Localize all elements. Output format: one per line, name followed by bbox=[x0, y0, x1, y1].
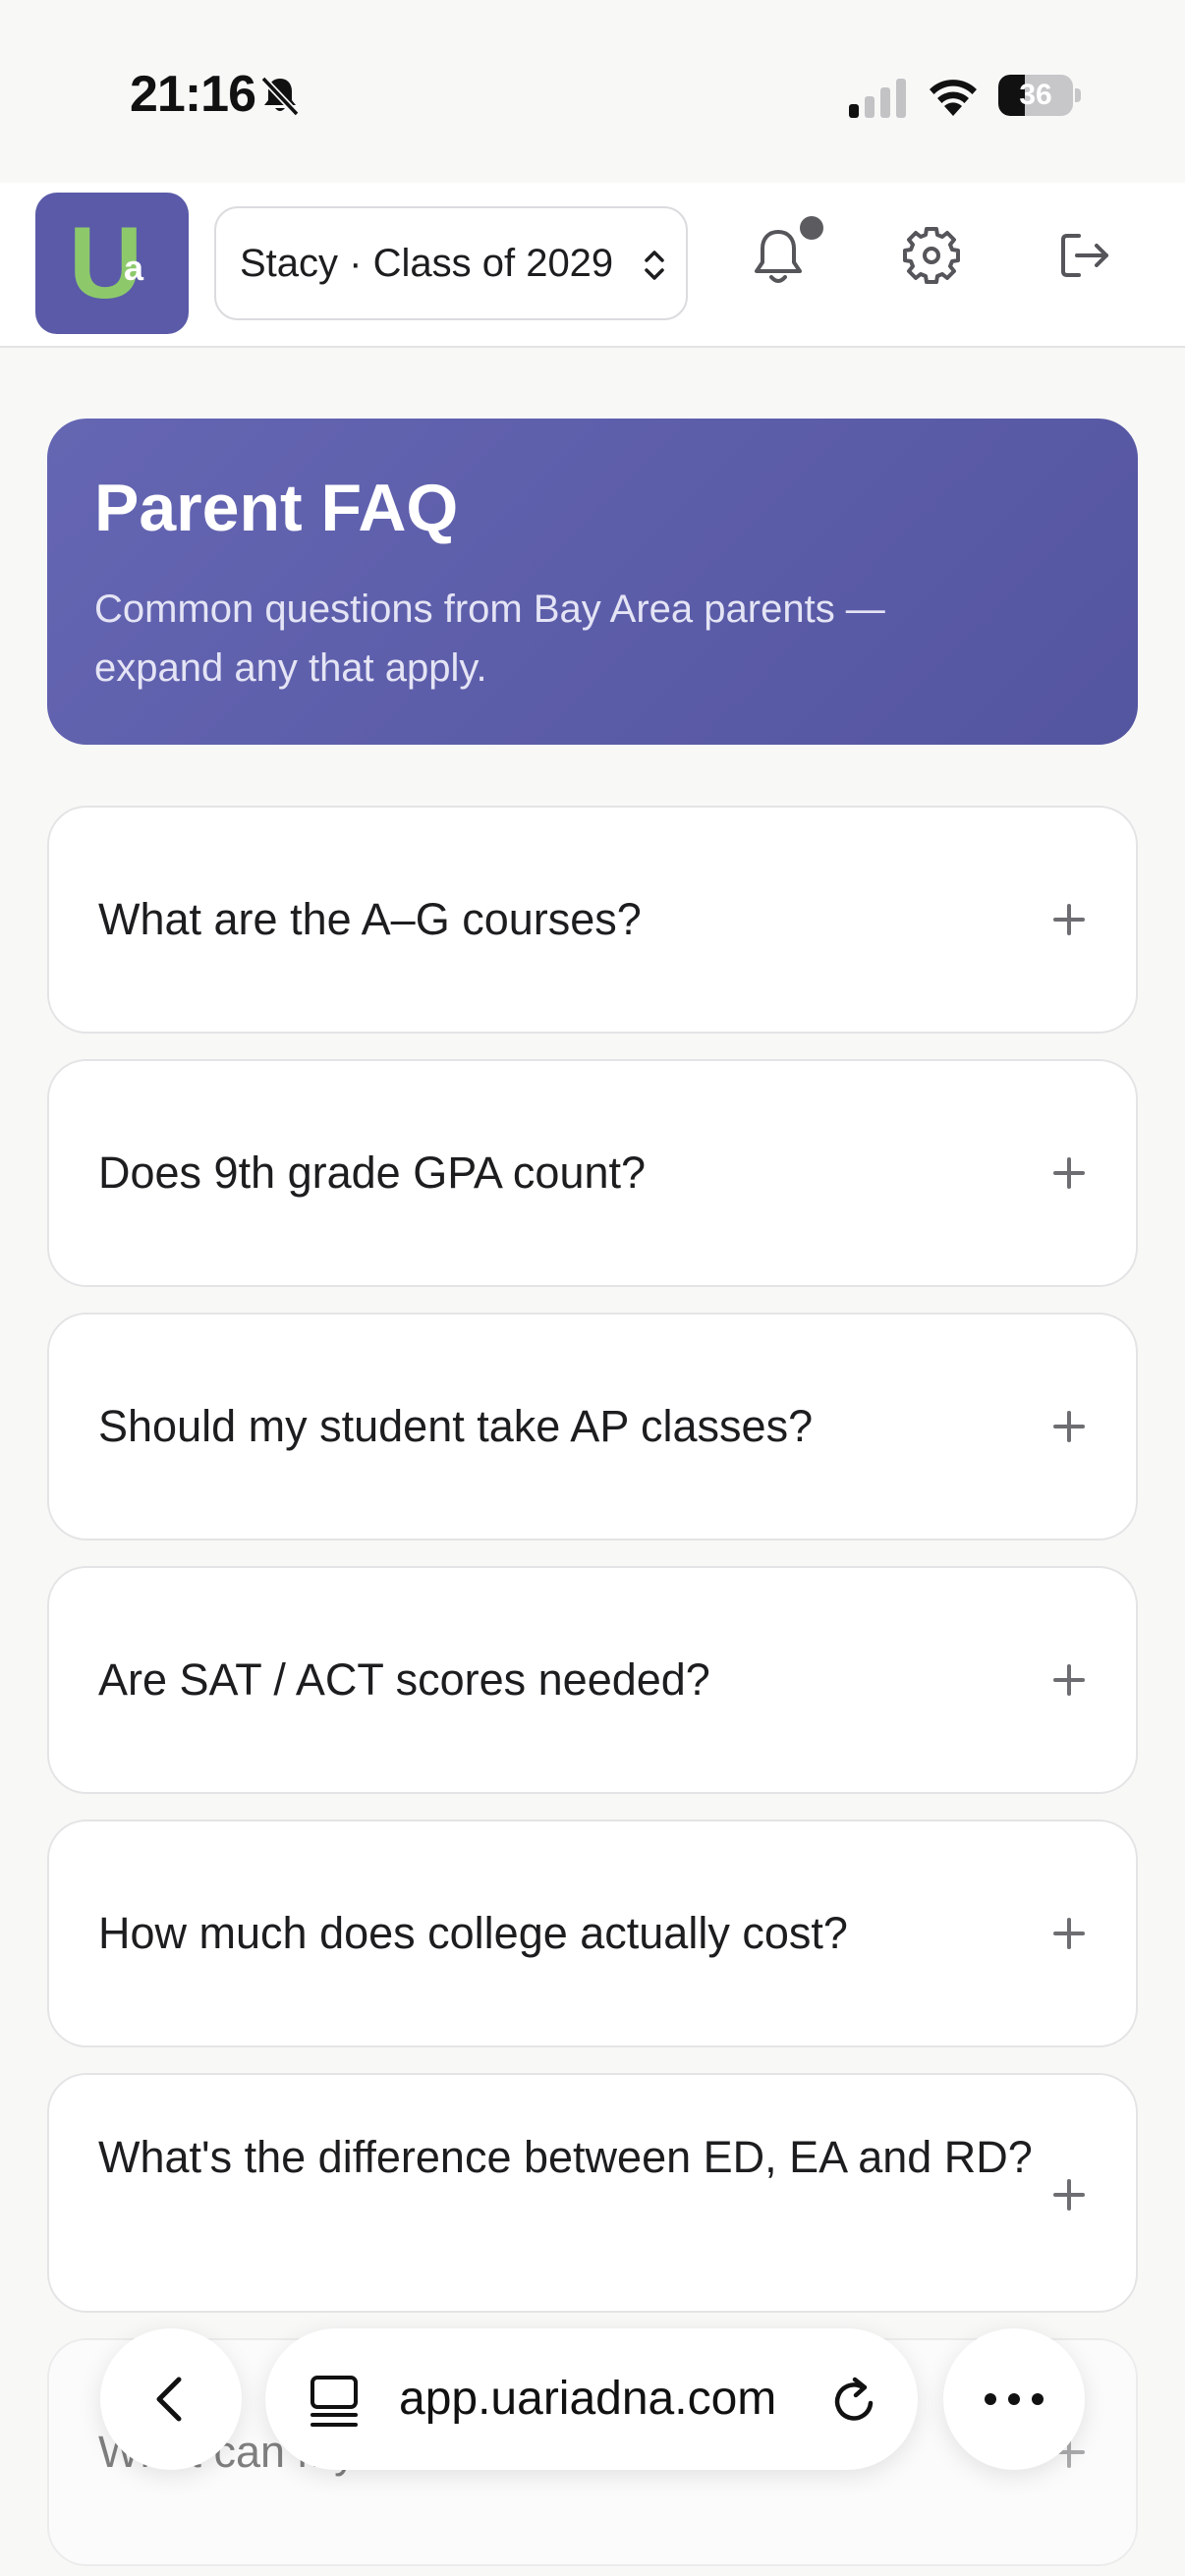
faq-question: How much does college actually cost? bbox=[98, 1908, 848, 1958]
url-text: app.uariadna.com bbox=[399, 2373, 777, 2425]
status-bar: 21:16 36 bbox=[0, 0, 1185, 183]
status-time: 21:16 bbox=[130, 66, 256, 123]
gear-icon[interactable] bbox=[896, 218, 967, 293]
tabs-icon bbox=[310, 2376, 358, 2427]
plus-icon bbox=[1053, 1918, 1085, 1949]
faq-item[interactable]: What are the A–G courses? bbox=[47, 806, 1138, 1034]
chevron-updown-icon bbox=[645, 251, 664, 280]
faq-item[interactable]: Should my student take AP classes? bbox=[47, 1313, 1138, 1540]
back-button[interactable] bbox=[100, 2328, 242, 2470]
cellular-signal-icon bbox=[849, 79, 906, 118]
back-chevron-icon bbox=[156, 2377, 182, 2422]
more-button[interactable] bbox=[943, 2328, 1085, 2470]
faq-item[interactable]: How much does college actually cost? bbox=[47, 1820, 1138, 2047]
app-header: U a Stacy · Class of 2029 bbox=[0, 183, 1185, 348]
plus-icon bbox=[1053, 2179, 1085, 2211]
plus-icon bbox=[1053, 1664, 1085, 1696]
address-bar[interactable]: app.uariadna.com bbox=[265, 2328, 918, 2470]
faq-question: What are the A–G courses? bbox=[98, 894, 642, 944]
faq-item[interactable]: What's the difference between ED, EA and… bbox=[47, 2073, 1138, 2313]
faq-question: Should my student take AP classes? bbox=[98, 1401, 814, 1451]
notification-dot bbox=[800, 216, 823, 240]
faq-item[interactable]: Does 9th grade GPA count? bbox=[47, 1059, 1138, 1287]
app-logo[interactable]: U a bbox=[35, 193, 189, 334]
more-icon bbox=[985, 2393, 1044, 2405]
faq-item[interactable]: Are SAT / ACT scores needed? bbox=[47, 1566, 1138, 1794]
browser-toolbar: app.uariadna.com bbox=[0, 2328, 1185, 2486]
faq-question: Are SAT / ACT scores needed? bbox=[98, 1654, 710, 1705]
student-select-value: Stacy · Class of 2029 bbox=[240, 242, 614, 285]
plus-icon bbox=[1053, 904, 1085, 935]
screen: 21:16 36 U a Stacy · Class of 2029 Paren… bbox=[0, 0, 1185, 2576]
battery-icon: 36 bbox=[998, 75, 1081, 116]
logout-icon[interactable] bbox=[1047, 218, 1122, 293]
battery-percentage: 36 bbox=[1019, 79, 1052, 111]
page-title: Parent FAQ bbox=[94, 471, 459, 545]
wifi-icon bbox=[930, 80, 977, 116]
plus-icon bbox=[1053, 1411, 1085, 1442]
faq-question: Does 9th grade GPA count? bbox=[98, 1148, 647, 1198]
faq-question: What's the difference between ED, EA and… bbox=[98, 2132, 1033, 2182]
reload-icon[interactable] bbox=[827, 2374, 882, 2429]
plus-icon bbox=[1053, 1157, 1085, 1189]
page-subtitle: Common questions from Bay Area parents —… bbox=[94, 588, 885, 690]
faq-hero: Parent FAQ Common questions from Bay Are… bbox=[47, 419, 1138, 745]
student-select[interactable]: Stacy · Class of 2029 bbox=[214, 206, 688, 320]
silent-mode-icon bbox=[260, 76, 300, 117]
